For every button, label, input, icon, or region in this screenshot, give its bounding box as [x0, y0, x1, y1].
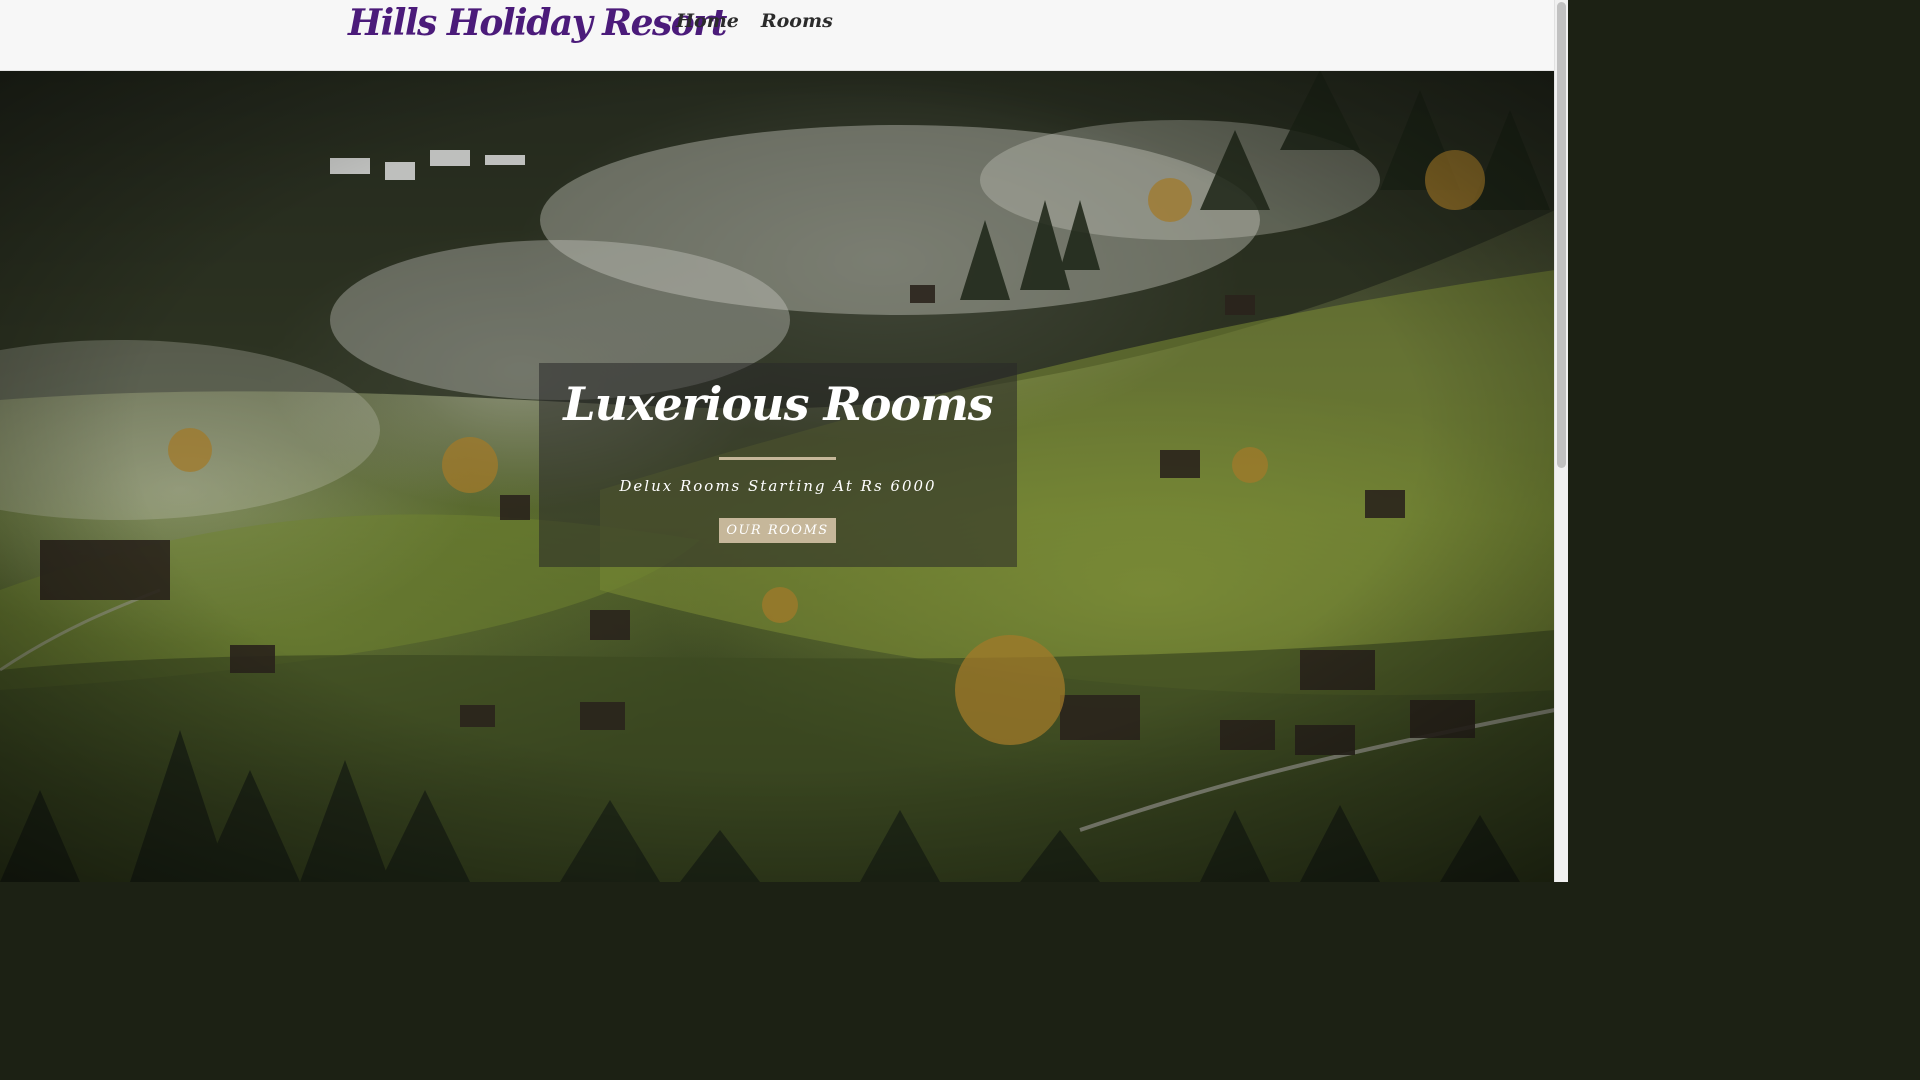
main-nav: Home Rooms	[676, 10, 833, 32]
site-logo[interactable]: Hills Holiday Resort	[348, 2, 727, 44]
nav-item-home[interactable]: Home	[676, 10, 739, 32]
our-rooms-button[interactable]: OUR ROOMS	[719, 518, 836, 543]
hero-subtitle: Delux Rooms Starting At Rs 6000	[619, 477, 937, 495]
hero-divider	[719, 457, 836, 460]
nav-item-rooms[interactable]: Rooms	[761, 10, 833, 32]
hero-section: Luxerious Rooms Delux Rooms Starting At …	[0, 70, 1555, 882]
page: Hills Holiday Resort Home Rooms Luxeriou…	[0, 0, 1568, 882]
scrollbar-thumb[interactable]	[1557, 2, 1566, 468]
hero-title: Luxerious Rooms	[563, 377, 993, 431]
site-header: Hills Holiday Resort Home Rooms	[0, 0, 1555, 71]
vertical-scrollbar[interactable]	[1554, 0, 1568, 882]
hero-caption-box: Luxerious Rooms Delux Rooms Starting At …	[539, 363, 1017, 567]
